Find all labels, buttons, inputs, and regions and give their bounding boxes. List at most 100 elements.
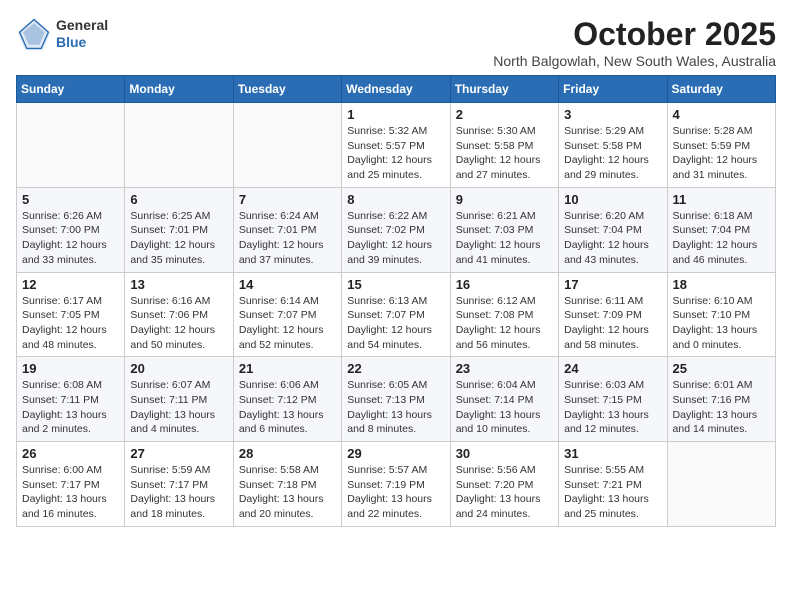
day-number: 18: [673, 277, 770, 292]
weekday-header-monday: Monday: [125, 76, 233, 103]
calendar-cell: 3 Sunrise: 5:29 AMSunset: 5:58 PMDaylight…: [559, 103, 667, 188]
day-number: 31: [564, 446, 661, 461]
day-number: 29: [347, 446, 444, 461]
weekday-header-saturday: Saturday: [667, 76, 775, 103]
day-info: Sunrise: 6:24 AMSunset: 7:01 PMDaylight:…: [239, 209, 336, 268]
day-info: Sunrise: 5:57 AMSunset: 7:19 PMDaylight:…: [347, 463, 444, 522]
day-info: Sunrise: 6:04 AMSunset: 7:14 PMDaylight:…: [456, 378, 553, 437]
day-number: 13: [130, 277, 227, 292]
calendar-cell: [125, 103, 233, 188]
calendar-week-2: 5 Sunrise: 6:26 AMSunset: 7:00 PMDaylight…: [17, 187, 776, 272]
day-info: Sunrise: 6:05 AMSunset: 7:13 PMDaylight:…: [347, 378, 444, 437]
logo-text: General Blue: [56, 17, 108, 51]
day-number: 12: [22, 277, 119, 292]
weekday-header-row: SundayMondayTuesdayWednesdayThursdayFrid…: [17, 76, 776, 103]
day-info: Sunrise: 6:16 AMSunset: 7:06 PMDaylight:…: [130, 294, 227, 353]
day-info: Sunrise: 6:18 AMSunset: 7:04 PMDaylight:…: [673, 209, 770, 268]
day-info: Sunrise: 6:26 AMSunset: 7:00 PMDaylight:…: [22, 209, 119, 268]
day-number: 26: [22, 446, 119, 461]
day-number: 28: [239, 446, 336, 461]
day-number: 25: [673, 361, 770, 376]
location-subtitle: North Balgowlah, New South Wales, Austra…: [493, 53, 776, 69]
day-info: Sunrise: 5:56 AMSunset: 7:20 PMDaylight:…: [456, 463, 553, 522]
calendar-cell: 23 Sunrise: 6:04 AMSunset: 7:14 PMDayligh…: [450, 357, 558, 442]
page-header: General Blue October 2025 North Balgowla…: [16, 16, 776, 69]
day-number: 22: [347, 361, 444, 376]
calendar-week-3: 12 Sunrise: 6:17 AMSunset: 7:05 PMDayligh…: [17, 272, 776, 357]
calendar-cell: 10 Sunrise: 6:20 AMSunset: 7:04 PMDayligh…: [559, 187, 667, 272]
calendar-cell: 25 Sunrise: 6:01 AMSunset: 7:16 PMDayligh…: [667, 357, 775, 442]
calendar-cell: 18 Sunrise: 6:10 AMSunset: 7:10 PMDayligh…: [667, 272, 775, 357]
day-number: 5: [22, 192, 119, 207]
day-number: 1: [347, 107, 444, 122]
day-info: Sunrise: 5:32 AMSunset: 5:57 PMDaylight:…: [347, 124, 444, 183]
calendar-cell: 16 Sunrise: 6:12 AMSunset: 7:08 PMDayligh…: [450, 272, 558, 357]
day-info: Sunrise: 6:03 AMSunset: 7:15 PMDaylight:…: [564, 378, 661, 437]
calendar-cell: 8Sunrise: 6:22 AMSunset: 7:02 PMDaylight…: [342, 187, 450, 272]
day-number: 23: [456, 361, 553, 376]
day-number: 27: [130, 446, 227, 461]
calendar-cell: [233, 103, 341, 188]
day-number: 24: [564, 361, 661, 376]
title-block: October 2025 North Balgowlah, New South …: [493, 16, 776, 69]
calendar-cell: 27 Sunrise: 5:59 AMSunset: 7:17 PMDayligh…: [125, 442, 233, 527]
day-info: Sunrise: 5:58 AMSunset: 7:18 PMDaylight:…: [239, 463, 336, 522]
calendar-cell: 24 Sunrise: 6:03 AMSunset: 7:15 PMDayligh…: [559, 357, 667, 442]
weekday-header-friday: Friday: [559, 76, 667, 103]
day-number: 15: [347, 277, 444, 292]
day-number: 7: [239, 192, 336, 207]
day-info: Sunrise: 6:17 AMSunset: 7:05 PMDaylight:…: [22, 294, 119, 353]
day-number: 10: [564, 192, 661, 207]
calendar-cell: 4Sunrise: 5:28 AMSunset: 5:59 PMDaylight…: [667, 103, 775, 188]
day-number: 16: [456, 277, 553, 292]
day-number: 8: [347, 192, 444, 207]
day-number: 11: [673, 192, 770, 207]
day-number: 14: [239, 277, 336, 292]
day-info: Sunrise: 6:21 AMSunset: 7:03 PMDaylight:…: [456, 209, 553, 268]
calendar-cell: 20 Sunrise: 6:07 AMSunset: 7:11 PMDayligh…: [125, 357, 233, 442]
day-info: Sunrise: 6:06 AMSunset: 7:12 PMDaylight:…: [239, 378, 336, 437]
day-info: Sunrise: 6:14 AMSunset: 7:07 PMDaylight:…: [239, 294, 336, 353]
calendar-cell: 28 Sunrise: 5:58 AMSunset: 7:18 PMDayligh…: [233, 442, 341, 527]
day-info: Sunrise: 6:01 AMSunset: 7:16 PMDaylight:…: [673, 378, 770, 437]
day-info: Sunrise: 5:59 AMSunset: 7:17 PMDaylight:…: [130, 463, 227, 522]
calendar-cell: 9 Sunrise: 6:21 AMSunset: 7:03 PMDaylight…: [450, 187, 558, 272]
calendar-week-5: 26Sunrise: 6:00 AMSunset: 7:17 PMDayligh…: [17, 442, 776, 527]
day-info: Sunrise: 6:08 AMSunset: 7:11 PMDaylight:…: [22, 378, 119, 437]
day-info: Sunrise: 5:29 AMSunset: 5:58 PMDaylight:…: [564, 124, 661, 183]
day-number: 20: [130, 361, 227, 376]
calendar-cell: [17, 103, 125, 188]
logo: General Blue: [16, 16, 108, 52]
weekday-header-thursday: Thursday: [450, 76, 558, 103]
day-number: 21: [239, 361, 336, 376]
calendar-table: SundayMondayTuesdayWednesdayThursdayFrid…: [16, 75, 776, 527]
day-info: Sunrise: 6:20 AMSunset: 7:04 PMDaylight:…: [564, 209, 661, 268]
day-info: Sunrise: 5:55 AMSunset: 7:21 PMDaylight:…: [564, 463, 661, 522]
calendar-week-4: 19 Sunrise: 6:08 AMSunset: 7:11 PMDayligh…: [17, 357, 776, 442]
day-number: 4: [673, 107, 770, 122]
day-info: Sunrise: 6:25 AMSunset: 7:01 PMDaylight:…: [130, 209, 227, 268]
day-info: Sunrise: 6:12 AMSunset: 7:08 PMDaylight:…: [456, 294, 553, 353]
calendar-cell: 12 Sunrise: 6:17 AMSunset: 7:05 PMDayligh…: [17, 272, 125, 357]
calendar-cell: 6 Sunrise: 6:25 AMSunset: 7:01 PMDaylight…: [125, 187, 233, 272]
calendar-cell: 15 Sunrise: 6:13 AMSunset: 7:07 PMDayligh…: [342, 272, 450, 357]
day-number: 2: [456, 107, 553, 122]
day-number: 19: [22, 361, 119, 376]
day-info: Sunrise: 6:10 AMSunset: 7:10 PMDaylight:…: [673, 294, 770, 353]
day-info: Sunrise: 6:07 AMSunset: 7:11 PMDaylight:…: [130, 378, 227, 437]
weekday-header-wednesday: Wednesday: [342, 76, 450, 103]
calendar-cell: 31 Sunrise: 5:55 AMSunset: 7:21 PMDayligh…: [559, 442, 667, 527]
calendar-cell: 7 Sunrise: 6:24 AMSunset: 7:01 PMDaylight…: [233, 187, 341, 272]
day-number: 6: [130, 192, 227, 207]
logo-icon: [16, 16, 52, 52]
calendar-cell: 26Sunrise: 6:00 AMSunset: 7:17 PMDayligh…: [17, 442, 125, 527]
day-number: 17: [564, 277, 661, 292]
calendar-cell: 5 Sunrise: 6:26 AMSunset: 7:00 PMDaylight…: [17, 187, 125, 272]
calendar-week-1: 1 Sunrise: 5:32 AMSunset: 5:57 PMDaylight…: [17, 103, 776, 188]
day-number: 9: [456, 192, 553, 207]
day-number: 3: [564, 107, 661, 122]
calendar-cell: 2Sunrise: 5:30 AMSunset: 5:58 PMDaylight…: [450, 103, 558, 188]
weekday-header-tuesday: Tuesday: [233, 76, 341, 103]
day-info: Sunrise: 6:13 AMSunset: 7:07 PMDaylight:…: [347, 294, 444, 353]
calendar-cell: 17Sunrise: 6:11 AMSunset: 7:09 PMDayligh…: [559, 272, 667, 357]
